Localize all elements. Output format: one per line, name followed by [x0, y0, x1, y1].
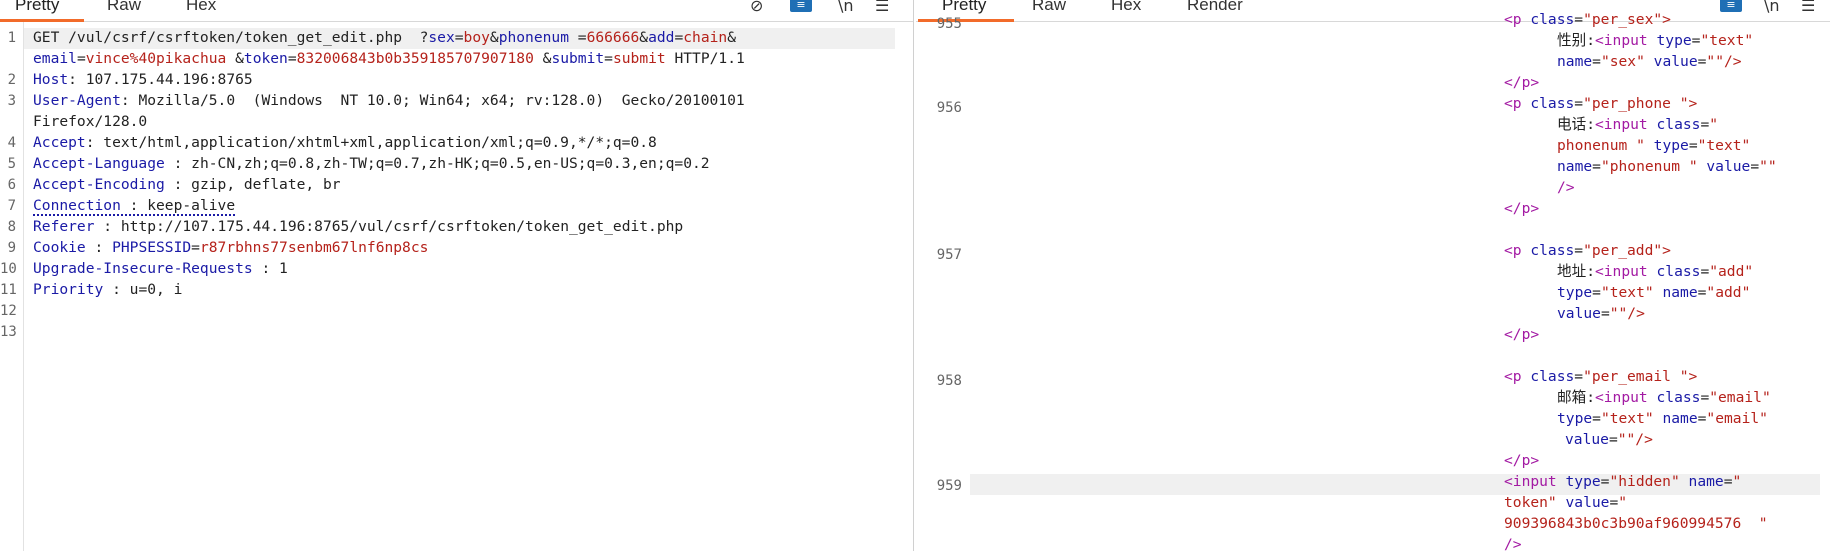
- code-line[interactable]: />: [1504, 534, 1522, 551]
- line-number-gutter: 1 2 3 4 5 6 7 8 9 10 11 12 13: [0, 22, 24, 551]
- code-line[interactable]: </p>: [1504, 72, 1539, 93]
- code-line[interactable]: </p>: [1504, 324, 1539, 345]
- request-panel: Pretty Raw Hex ⊘ ≡ \n ☰ 1 2 3 4 5 6 7 8 …: [0, 0, 914, 551]
- line-number: 7: [7, 198, 16, 214]
- header-host[interactable]: Host: 107.175.44.196:8765: [33, 69, 253, 90]
- request-tab-bar: Pretty Raw Hex ⊘ ≡ \n ☰: [0, 0, 913, 22]
- line-number: 958: [936, 373, 962, 389]
- header-cookie[interactable]: Cookie : PHPSESSID=r87rbhns77senbm67lnf6…: [33, 237, 428, 258]
- tab-hex[interactable]: Hex: [186, 0, 216, 15]
- code-line[interactable]: 电话:<input class=": [1557, 114, 1718, 135]
- code-line[interactable]: </p>: [1504, 450, 1539, 471]
- code-line[interactable]: <p class="per_phone ">: [1504, 93, 1697, 114]
- line-number: 6: [7, 177, 16, 193]
- header-user-agent-cont[interactable]: Firefox/128.0: [33, 111, 147, 132]
- line-number-gutter: 955 956 957 958 959: [916, 16, 966, 551]
- code-line[interactable]: <input type="hidden" name=": [1504, 471, 1741, 492]
- header-accept-encoding[interactable]: Accept-Encoding : gzip, deflate, br: [33, 174, 341, 195]
- header-connection[interactable]: Connection : keep-alive: [33, 195, 236, 216]
- line-number: 957: [936, 247, 962, 263]
- tab-render[interactable]: Render: [1187, 0, 1243, 15]
- tab-raw[interactable]: Raw: [107, 0, 141, 15]
- code-line[interactable]: phonenum " type="text": [1557, 135, 1750, 156]
- line-number: 959: [936, 478, 962, 494]
- line-number: 956: [936, 100, 962, 116]
- line-number: 8: [7, 219, 16, 235]
- code-line[interactable]: 地址:<input class="add": [1557, 261, 1753, 282]
- line-number: 955: [936, 16, 962, 32]
- code-line[interactable]: type="text" name="add": [1557, 282, 1750, 303]
- header-accept-language[interactable]: Accept-Language : zh-CN,zh;q=0.8,zh-TW;q…: [33, 153, 710, 174]
- code-line[interactable]: token" value=": [1504, 492, 1627, 513]
- line-number: 3: [7, 93, 16, 109]
- code-line[interactable]: <p class="per_email ">: [1504, 366, 1697, 387]
- tab-raw[interactable]: Raw: [1032, 0, 1066, 15]
- code-line[interactable]: />: [1557, 177, 1575, 198]
- request-line-cont[interactable]: email=vince%40pikachua &token=832006843b…: [33, 48, 745, 69]
- code-line[interactable]: type="text" name="email": [1557, 408, 1768, 429]
- request-line[interactable]: GET /vul/csrf/csrftoken/token_get_edit.p…: [33, 27, 736, 48]
- tab-pretty[interactable]: Pretty: [15, 0, 59, 15]
- line-number: 9: [7, 240, 16, 256]
- line-number: 5: [7, 156, 16, 172]
- code-line[interactable]: name="phonenum " value="": [1557, 156, 1777, 177]
- response-panel: Pretty Raw Hex Render ≡ \n ☰ 955 956 957…: [916, 0, 1830, 551]
- newline-icon[interactable]: \n: [1764, 0, 1780, 15]
- menu-icon[interactable]: ☰: [1801, 0, 1815, 15]
- line-number: 11: [0, 282, 17, 298]
- code-line[interactable]: name="sex" value=""/>: [1557, 51, 1742, 72]
- wrap-icon[interactable]: ≡: [790, 0, 812, 12]
- header-upgrade-insecure[interactable]: Upgrade-Insecure-Requests : 1: [33, 258, 288, 279]
- newline-icon[interactable]: \n: [838, 0, 854, 15]
- code-line[interactable]: <p class="per_sex">: [1504, 9, 1671, 30]
- line-number: 10: [0, 261, 17, 277]
- code-line[interactable]: 909396843b0c3b90af960994576 ": [1504, 513, 1768, 534]
- line-number: 2: [7, 72, 16, 88]
- header-referer[interactable]: Referer : http://107.175.44.196:8765/vul…: [33, 216, 683, 237]
- header-user-agent[interactable]: User-Agent: Mozilla/5.0 (Windows NT 10.0…: [33, 90, 745, 111]
- line-number: 4: [7, 135, 16, 151]
- header-accept[interactable]: Accept: text/html,application/xhtml+xml,…: [33, 132, 657, 153]
- tab-pretty[interactable]: Pretty: [942, 0, 986, 15]
- header-priority[interactable]: Priority : u=0, i: [33, 279, 182, 300]
- tab-hex[interactable]: Hex: [1111, 0, 1141, 15]
- hide-icon[interactable]: ⊘: [750, 0, 763, 15]
- code-line[interactable]: 邮箱:<input class="email": [1557, 387, 1771, 408]
- response-tab-bar: Pretty Raw Hex Render ≡ \n ☰: [916, 0, 1830, 22]
- menu-icon[interactable]: ☰: [875, 0, 889, 15]
- code-line[interactable]: </p>: [1504, 198, 1539, 219]
- code-line[interactable]: <p class="per_add">: [1504, 240, 1671, 261]
- code-line[interactable]: 性别:<input type="text": [1557, 30, 1753, 51]
- line-number: 1: [7, 30, 16, 46]
- line-number: 12: [0, 303, 17, 319]
- line-number: 13: [0, 324, 17, 340]
- wrap-icon[interactable]: ≡: [1720, 0, 1742, 12]
- code-line[interactable]: value=""/>: [1557, 303, 1645, 324]
- code-line[interactable]: value=""/>: [1565, 429, 1653, 450]
